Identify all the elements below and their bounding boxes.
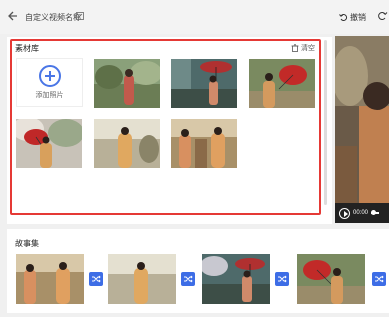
story-thumbnail[interactable] [202,254,270,304]
story-title: 故事集 [15,239,39,248]
transition-shuffle-button[interactable] [181,272,195,286]
add-photo-button[interactable]: 添加照片 [16,58,83,107]
video-preview[interactable] [335,36,389,223]
trash-icon [291,44,299,52]
shuffle-icon [278,275,287,283]
player-controls: 00:00 [335,203,389,223]
story-thumbnail[interactable] [16,254,84,304]
add-photo-label: 添加照片 [35,92,64,99]
transition-shuffle-button[interactable] [372,272,386,286]
add-icon [38,65,61,87]
video-title: 自定义视频名称 [25,13,81,22]
play-icon[interactable] [339,207,350,219]
transition-shuffle-button[interactable] [275,272,289,286]
materials-scrollbar[interactable] [324,40,327,205]
back-arrow-icon[interactable] [8,10,18,22]
materials-title: 素材库 [15,44,39,53]
clear-label: 清空 [301,45,315,52]
transition-shuffle-button[interactable] [89,272,103,286]
edit-icon[interactable] [76,12,84,20]
shuffle-icon [184,275,193,283]
story-thumbnail[interactable] [297,254,365,304]
shuffle-icon [375,275,384,283]
story-thumbnail[interactable] [108,254,176,304]
material-thumbnail[interactable] [171,59,237,108]
material-thumbnail[interactable] [94,59,160,108]
undo-icon [339,14,348,21]
undo-label: 撤销 [350,13,366,22]
redo-icon[interactable] [378,11,388,21]
progress-slider[interactable] [371,210,380,215]
material-thumbnail[interactable] [16,119,82,168]
undo-button[interactable]: 撤销 [339,12,366,23]
clear-button[interactable]: 清空 [291,43,315,53]
shuffle-icon [92,275,101,283]
material-thumbnail[interactable] [171,119,237,168]
material-thumbnail[interactable] [94,119,160,168]
material-thumbnail[interactable] [249,59,315,108]
time-display: 00:00 [353,210,369,216]
